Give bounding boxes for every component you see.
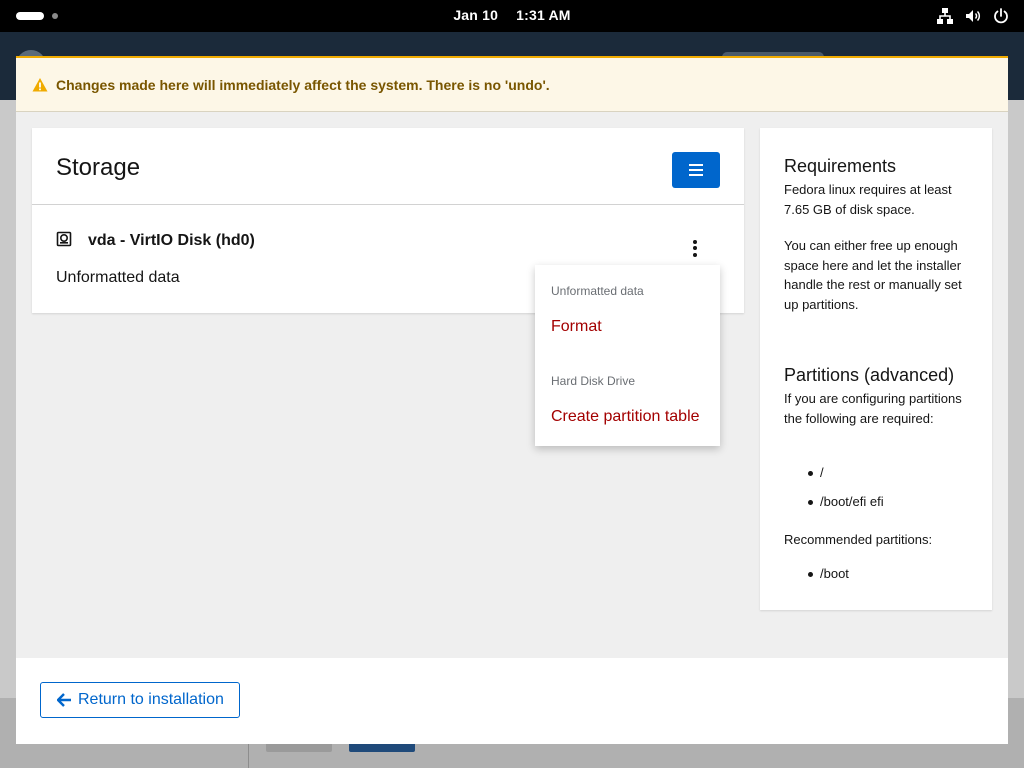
- hard-disk-icon: [56, 231, 72, 247]
- disk-actions-dropdown: Unformatted data Format Hard Disk Drive …: [535, 265, 720, 446]
- return-button-label: Return to installation: [78, 691, 224, 708]
- requirements-text: Fedora linux requires at least 7.65 GB o…: [784, 182, 952, 217]
- page-title: Storage: [56, 154, 141, 181]
- requirements-detail: You can either free up enough space here…: [784, 238, 962, 312]
- workspace-active-pill: [16, 12, 44, 20]
- list-item: /: [809, 465, 824, 480]
- clock-date[interactable]: Jan 10: [453, 7, 498, 23]
- storage-menu-button[interactable]: [672, 152, 720, 188]
- top-bar: Jan 10 1:31 AM: [0, 0, 1024, 32]
- requirements-sidebar: Requirements Fedora linux requires at le…: [760, 128, 992, 610]
- list-item: /boot: [808, 566, 849, 581]
- warning-alert: Changes made here will immediately affec…: [16, 58, 1008, 112]
- required-partitions-list: /: [809, 465, 824, 480]
- system-tray[interactable]: [936, 7, 1010, 25]
- clock[interactable]: Jan 10 1:31 AM: [0, 7, 1024, 23]
- hamburger-icon: [689, 164, 703, 176]
- storage-dialog: Changes made here will immediately affec…: [16, 56, 1008, 744]
- partitions-text: If you are configuring partitions the fo…: [784, 391, 962, 426]
- disk-actions-kebab-icon[interactable]: [682, 235, 708, 261]
- required-partitions-list: /boot/efi efi: [808, 494, 884, 509]
- list-item: /boot/efi efi: [808, 494, 884, 509]
- dropdown-group-label: Unformatted data: [551, 284, 644, 298]
- storage-card-header: Storage: [32, 128, 744, 205]
- arrow-left-icon: [57, 693, 71, 707]
- return-to-installation-button[interactable]: Return to installation: [40, 682, 240, 718]
- network-icon[interactable]: [936, 7, 954, 25]
- partitions-title: Partitions (advanced): [784, 365, 955, 385]
- workspace-dot: [52, 13, 58, 19]
- warning-icon: [32, 77, 48, 91]
- requirements-title: Requirements: [784, 156, 897, 176]
- create-partition-table-menu-item[interactable]: Create partition table: [551, 408, 700, 426]
- disk-name: vda - VirtIO Disk (hd0): [88, 232, 255, 249]
- dropdown-group-label: Hard Disk Drive: [551, 374, 636, 388]
- disk-description: Unformatted data: [56, 269, 180, 286]
- recommended-label: Recommended partitions:: [784, 532, 933, 547]
- recommended-partitions-list: /boot: [808, 566, 849, 581]
- volume-icon[interactable]: [964, 7, 982, 25]
- clock-time[interactable]: 1:31 AM: [516, 7, 571, 23]
- dialog-footer: Return to installation: [16, 658, 1008, 744]
- power-icon[interactable]: [992, 7, 1010, 25]
- warning-text: Changes made here will immediately affec…: [56, 76, 550, 93]
- activities-indicator[interactable]: [16, 12, 58, 20]
- format-menu-item[interactable]: Format: [551, 318, 602, 336]
